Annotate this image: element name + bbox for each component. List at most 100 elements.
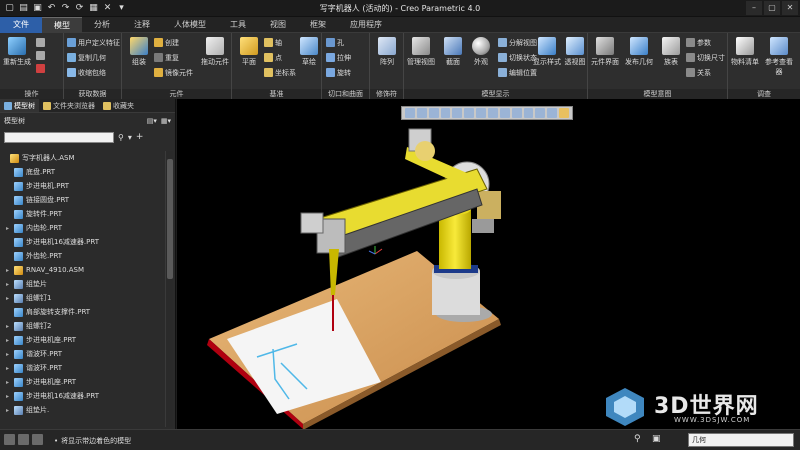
selection-filter[interactable]: 几何 [688, 433, 794, 447]
appearance-button[interactable]: 外观 [466, 35, 496, 67]
plane-button[interactable]: 平面 [234, 35, 264, 67]
tree-item[interactable]: ▸ 组螺钉2 [2, 319, 162, 333]
extrude-button[interactable]: 拉伸 [326, 52, 351, 63]
show-navigator-icon[interactable] [4, 434, 15, 445]
regenerate-button[interactable]: 重新生成 [2, 35, 32, 67]
tree-item[interactable]: 链接圆盘.PRT [2, 193, 162, 207]
close-button[interactable]: ✕ [782, 1, 798, 15]
minimize-button[interactable]: – [746, 1, 762, 15]
new-icon[interactable]: ▢ [4, 3, 15, 14]
repeat-button[interactable]: 重复 [154, 52, 179, 63]
reference-viewer-button[interactable]: 参考查看器 [764, 35, 794, 77]
tab-manikin[interactable]: 人体模型 [162, 17, 218, 33]
tab-model-tree[interactable]: 模型树 [0, 99, 39, 112]
close-window-icon[interactable]: ✕ [102, 3, 113, 14]
tree-item[interactable]: ▸ 组螺钉1 [2, 291, 162, 305]
copy-geometry-button[interactable]: 复制几何 [67, 52, 106, 63]
parameters-button[interactable]: 参数 [686, 37, 711, 48]
tree-item[interactable]: ▸ 步进电机座.PRT [2, 375, 162, 389]
fullscreen-icon[interactable] [32, 434, 43, 445]
bom-button[interactable]: 物料清单 [730, 35, 760, 67]
publish-geometry-button[interactable]: 发布几何 [624, 35, 654, 67]
redo-icon[interactable]: ↷ [60, 3, 71, 14]
tree-scrollbar[interactable] [165, 151, 173, 427]
tree-item[interactable]: 外齿轮.PRT [2, 249, 162, 263]
relations-button[interactable]: 关系 [686, 67, 711, 78]
tree-settings-icon[interactable]: ▤▾ [147, 117, 157, 125]
cut-button[interactable] [36, 37, 45, 48]
expand-arrow-icon[interactable]: ▸ [6, 351, 14, 358]
tree-item[interactable]: ▸ 谐波环.PRT [2, 361, 162, 375]
expand-arrow-icon[interactable]: ▸ [6, 337, 14, 344]
family-table-button[interactable]: 族表 [656, 35, 686, 67]
expand-arrow-icon[interactable]: ▸ [6, 393, 14, 400]
tree-item[interactable]: ▸ 步进电机16减速器.PRT [2, 389, 162, 403]
tab-folder-browser[interactable]: 文件夹浏览器 [39, 99, 99, 112]
add-icon[interactable]: + [136, 132, 144, 142]
expand-arrow-icon[interactable]: ▸ [6, 365, 14, 372]
perspective-button[interactable]: 透视图 [560, 35, 590, 67]
shrinkwrap-button[interactable]: 收缩包络 [67, 67, 106, 78]
sketch-button[interactable]: 草绘 [294, 35, 324, 67]
tab-annotate[interactable]: 注释 [122, 17, 162, 33]
tree-item[interactable]: ▸ 谐波环.PRT [2, 347, 162, 361]
tree-item[interactable]: ▸ 组垫片 [2, 277, 162, 291]
save-icon[interactable]: ▣ [32, 3, 43, 14]
show-browser-icon[interactable] [18, 434, 29, 445]
hole-button[interactable]: 孔 [326, 37, 344, 48]
tab-favorites[interactable]: 收藏夹 [99, 99, 138, 112]
tree-item[interactable]: 旋转件.PRT [2, 207, 162, 221]
tree-item[interactable]: ▸ 步进电机座.PRT [2, 333, 162, 347]
expand-arrow-icon[interactable]: ▸ [6, 267, 14, 274]
regenerate-icon[interactable]: ⟳ [74, 3, 85, 14]
udf-button[interactable]: 用户定义特征 [67, 37, 120, 48]
tree-item[interactable]: 肩部旋转支撑件.PRT [2, 305, 162, 319]
find-icon[interactable]: ⚲ [634, 434, 641, 444]
maximize-button[interactable]: ▢ [764, 1, 780, 15]
tree-scroll-thumb[interactable] [167, 159, 173, 279]
tree-item[interactable]: 步进电机.PRT [2, 179, 162, 193]
display-style-button[interactable]: 显示样式 [532, 35, 562, 67]
csys-button[interactable]: 坐标系 [264, 67, 296, 78]
tab-framework[interactable]: 框架 [298, 17, 338, 33]
binoculars-icon[interactable]: ⚲ [118, 133, 124, 142]
drag-component-button[interactable]: 拖动元件 [198, 35, 232, 67]
show-icon[interactable]: ▦▾ [161, 117, 171, 125]
assemble-button[interactable]: 组装 [124, 35, 154, 67]
expand-arrow-icon[interactable]: ▸ [6, 379, 14, 386]
expand-arrow-icon[interactable]: ▸ [6, 323, 14, 330]
tab-model[interactable]: 模型 [42, 17, 82, 33]
windows-icon[interactable]: ▦ [88, 3, 99, 14]
undo-icon[interactable]: ↶ [46, 3, 57, 14]
tree-item[interactable]: 步进电机16减速器.PRT [2, 235, 162, 249]
tab-analysis[interactable]: 分析 [82, 17, 122, 33]
tree-search-input[interactable] [4, 131, 114, 143]
copy-button[interactable] [36, 50, 45, 61]
mirror-component-button[interactable]: 镜像元件 [154, 67, 193, 78]
manage-views-button[interactable]: 管理视图 [406, 35, 436, 67]
tree-item[interactable]: ▸ 组垫片. [2, 403, 162, 417]
open-icon[interactable]: ▤ [18, 3, 29, 14]
pattern-button[interactable]: 阵列 [372, 35, 402, 67]
expand-arrow-icon[interactable]: ▸ [6, 225, 14, 232]
filter-icon[interactable]: ▾ [128, 133, 132, 142]
tree-item[interactable]: ▸ RNAV_4910.ASM [2, 263, 162, 277]
graphics-viewport[interactable] [177, 99, 800, 429]
revolve-button[interactable]: 旋转 [326, 67, 351, 78]
selection-icon[interactable]: ▣ [652, 434, 661, 444]
tab-tools[interactable]: 工具 [218, 17, 258, 33]
edit-position-button[interactable]: 编辑位置 [498, 67, 537, 78]
delete-button[interactable] [36, 63, 45, 74]
expand-arrow-icon[interactable]: ▸ [6, 407, 14, 414]
point-button[interactable]: 点 [264, 52, 282, 63]
switch-dimensions-button[interactable]: 切换尺寸 [686, 52, 725, 63]
expand-arrow-icon[interactable]: ▸ [6, 295, 14, 302]
axis-button[interactable]: 轴 [264, 37, 282, 48]
tree-item[interactable]: ▸ 内齿轮.PRT [2, 221, 162, 235]
tree-item[interactable]: 写字机器人.ASM [2, 151, 162, 165]
tab-applications[interactable]: 应用程序 [338, 17, 394, 33]
tab-file[interactable]: 文件 [0, 17, 42, 33]
create-button[interactable]: 创建 [154, 37, 179, 48]
tree-item[interactable]: 底盘.PRT [2, 165, 162, 179]
section-button[interactable]: 截面 [438, 35, 468, 67]
